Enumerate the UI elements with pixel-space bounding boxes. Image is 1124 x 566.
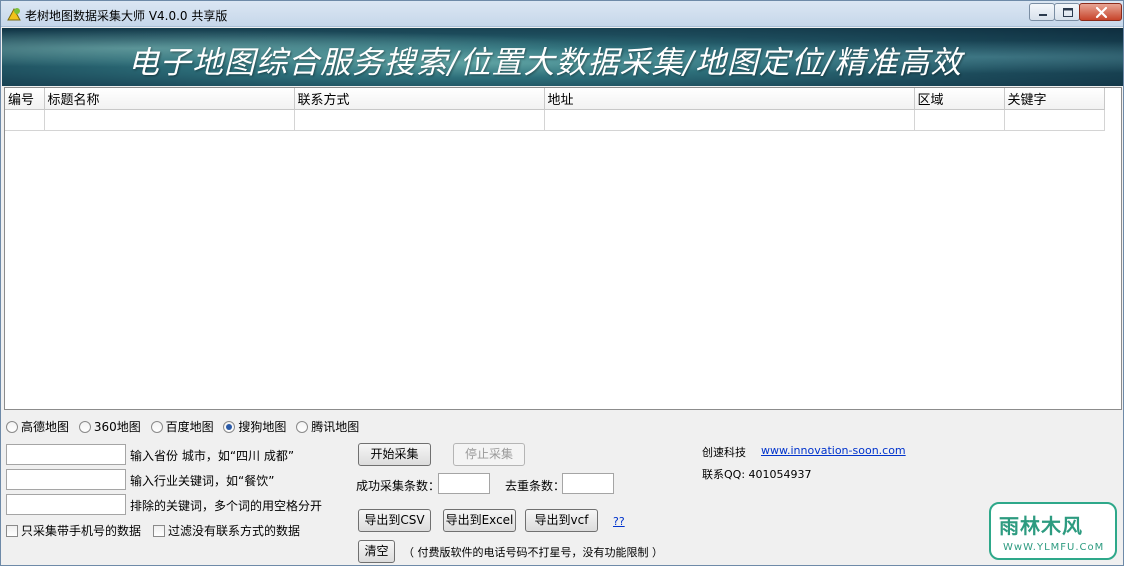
checkbox-label: 只采集带手机号的数据: [21, 524, 142, 538]
export-csv-button[interactable]: 导出到CSV: [358, 509, 431, 532]
company-website-link[interactable]: www.innovation-soon.com: [761, 444, 906, 457]
column-header-region[interactable]: 区域: [914, 88, 1005, 110]
keyword-input-label: 输入行业关键词，如“餐饮”: [130, 474, 275, 488]
title-bar[interactable]: 老树地图数据采集大师 V4.0.0 共享版: [1, 1, 1123, 27]
close-icon: [1095, 6, 1108, 19]
app-window: 老树地图数据采集大师 V4.0.0 共享版 电子地图综合服务搜索/位置大数据采集…: [0, 0, 1124, 566]
radio-sogou[interactable]: 搜狗地图: [223, 418, 286, 435]
banner-slogan: 电子地图综合服务搜索/位置大数据采集/地图定位/精准高效: [128, 45, 963, 81]
app-icon: [7, 7, 21, 21]
minimize-icon: [1039, 14, 1047, 16]
contact-qq: 联系QQ: 401054937: [702, 468, 812, 481]
banner: 电子地图综合服务搜索/位置大数据采集/地图定位/精准高效: [2, 28, 1123, 86]
radio-icon: [150, 421, 163, 433]
maximize-button[interactable]: [1054, 3, 1080, 21]
table-header-row: 编号 标题名称 联系方式 地址 区域 关键字: [5, 88, 1105, 110]
stop-collect-button[interactable]: 停止采集: [453, 443, 525, 466]
checkbox-icon: [153, 525, 165, 537]
export-vcf-button[interactable]: 导出到vcf: [525, 509, 598, 532]
column-header-address[interactable]: 地址: [544, 88, 915, 110]
column-header-title[interactable]: 标题名称: [44, 88, 295, 110]
column-header-keyword[interactable]: 关键字: [1004, 88, 1105, 110]
radio-checked-icon: [223, 421, 236, 433]
paid-version-notice: （ 付费版软件的电话号码不打星号，没有功能限制 ）: [403, 546, 663, 559]
map-source-selector: 高德地图 360地图 百度地图 搜狗地图 腾讯地图: [6, 418, 365, 434]
city-input-label: 输入省份 城市，如“四川 成都”: [130, 449, 295, 463]
city-input[interactable]: [6, 444, 126, 465]
close-button[interactable]: [1079, 3, 1122, 21]
radio-360[interactable]: 360地图: [78, 418, 141, 435]
only-mobile-checkbox[interactable]: 只采集带手机号的数据: [6, 522, 141, 539]
dedupe-count-label: 去重条数：: [505, 479, 566, 493]
company-name: 创速科技: [702, 446, 746, 459]
checkbox-icon: [6, 525, 18, 537]
results-table[interactable]: 编号 标题名称 联系方式 地址 区域 关键字: [4, 87, 1122, 410]
start-collect-button[interactable]: 开始采集: [358, 443, 431, 466]
radio-label: 搜狗地图: [238, 420, 287, 434]
success-count-label: 成功采集条数：: [356, 479, 441, 493]
radio-baidu[interactable]: 百度地图: [150, 418, 214, 435]
table-cell: [294, 109, 545, 131]
table-cell: [544, 109, 915, 131]
column-header-id[interactable]: 编号: [5, 88, 45, 110]
clear-button[interactable]: 清空: [358, 540, 395, 563]
minimize-button[interactable]: [1029, 3, 1055, 21]
watermark-main-text: 雨林木风: [999, 514, 1083, 538]
success-count-field[interactable]: [438, 473, 490, 494]
radio-gaode[interactable]: 高德地图: [6, 418, 69, 435]
radio-icon: [296, 421, 309, 433]
window-title: 老树地图数据采集大师 V4.0.0 共享版: [25, 9, 228, 23]
table-cell: [44, 109, 295, 131]
filter-no-contact-checkbox[interactable]: 过滤没有联系方式的数据: [153, 522, 300, 539]
export-excel-button[interactable]: 导出到Excel: [443, 509, 516, 532]
checkbox-label: 过滤没有联系方式的数据: [168, 524, 301, 538]
table-cell: [1004, 109, 1105, 131]
table-cell: [5, 109, 45, 131]
radio-icon: [78, 421, 91, 433]
radio-label: 腾讯地图: [311, 420, 360, 434]
radio-tencent[interactable]: 腾讯地图: [296, 418, 359, 435]
watermark-sub-text: WwW.YLMFU.CoM: [1003, 542, 1105, 553]
table-cell: [914, 109, 1005, 131]
dedupe-count-field[interactable]: [562, 473, 614, 494]
radio-label: 高德地图: [21, 420, 70, 434]
watermark-logo: 雨林木风 WwW.YLMFU.CoM: [989, 502, 1117, 560]
table-row[interactable]: [5, 109, 1105, 131]
radio-label: 百度地图: [165, 420, 214, 434]
exclude-keywords-input[interactable]: [6, 494, 126, 515]
exclude-keywords-label: 排除的关键词，多个词的用空格分开: [130, 499, 323, 513]
maximize-icon: [1063, 8, 1073, 17]
column-header-contact[interactable]: 联系方式: [294, 88, 545, 110]
help-link[interactable]: ??: [613, 515, 625, 528]
keyword-input[interactable]: [6, 469, 126, 490]
radio-label: 360地图: [93, 420, 141, 434]
radio-icon: [6, 421, 18, 433]
